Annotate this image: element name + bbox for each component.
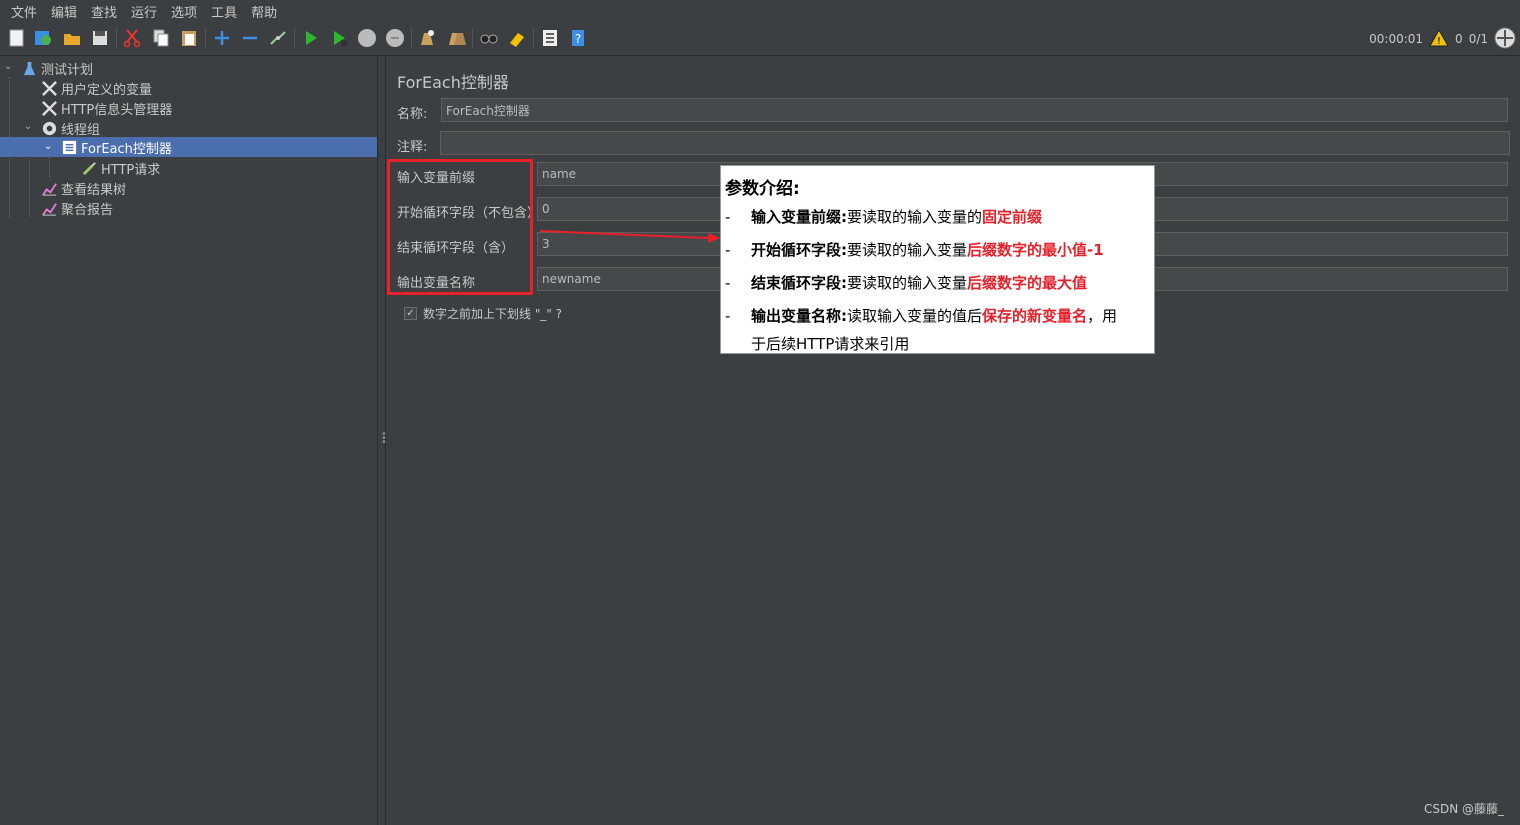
tree-node-http-request[interactable]: HTTP请求	[80, 158, 160, 178]
comment-input[interactable]	[440, 131, 1510, 155]
menu-help[interactable]: 帮助	[244, 2, 284, 21]
tree-label: 查看结果树	[61, 182, 127, 198]
underscore-checkbox[interactable]: ✓ 数字之前加上下划线 "_" ?	[404, 305, 562, 322]
tools-icon	[40, 79, 58, 97]
callout-title: 参数介绍:	[725, 179, 800, 199]
cut-icon[interactable]	[121, 27, 143, 49]
test-plan-tree: ⌄ 测试计划 用户定义的变量 HTTP信息头管理器 ⌄ 线程组 ForEach控…	[0, 57, 378, 825]
shutdown-icon[interactable]	[384, 27, 406, 49]
expand-icon[interactable]	[211, 27, 233, 49]
checkbox-label: 数字之前加上下划线 "_" ?	[423, 307, 563, 321]
clear-icon[interactable]	[416, 27, 438, 49]
tree-label: HTTP信息头管理器	[61, 102, 173, 118]
start-no-pause-icon[interactable]	[328, 27, 350, 49]
templates-icon[interactable]	[32, 27, 54, 49]
warning-icon[interactable]: !	[1429, 28, 1449, 50]
controller-icon	[60, 138, 78, 156]
name-input[interactable]: ForEach控制器	[441, 98, 1508, 122]
menu-bar: 文件 编辑 查找 运行 选项 工具 帮助	[0, 0, 1520, 22]
tree-node-aggregate-report[interactable]: 聚合报告	[40, 198, 113, 218]
svg-text:?: ?	[575, 32, 581, 46]
callout-row: - 结束循环字段:要读取的输入变量后缀数字的最大值	[725, 274, 1088, 292]
clear-all-icon[interactable]	[445, 27, 467, 49]
menu-search[interactable]: 查找	[84, 2, 124, 21]
tree-node-header-manager[interactable]: HTTP信息头管理器	[40, 98, 172, 118]
toolbar: ?	[0, 22, 1520, 56]
tree-node-user-vars[interactable]: 用户定义的变量	[40, 78, 152, 98]
paste-icon[interactable]	[178, 27, 200, 49]
collapse-icon[interactable]	[239, 27, 261, 49]
search-icon[interactable]	[478, 27, 500, 49]
stop-icon[interactable]	[356, 27, 378, 49]
flask-icon	[20, 59, 38, 77]
callout-row: - 输入变量前缀:要读取的输入变量的固定前缀	[725, 208, 1043, 226]
chart-icon	[40, 199, 58, 217]
menu-file[interactable]: 文件	[4, 2, 44, 21]
help-icon[interactable]: ?	[567, 27, 589, 49]
tree-label: 用户定义的变量	[61, 82, 153, 98]
copy-icon[interactable]	[150, 27, 172, 49]
menu-edit[interactable]: 编辑	[44, 2, 84, 21]
warning-count: 0	[1455, 32, 1463, 46]
pipette-icon	[80, 159, 98, 177]
start-icon[interactable]	[300, 27, 322, 49]
callout-row: - 开始循环字段:要读取的输入变量后缀数字的最小值-1	[725, 241, 1104, 259]
remote-icon[interactable]	[1494, 27, 1516, 52]
tree-label: 线程组	[61, 122, 101, 138]
save-icon[interactable]	[89, 27, 111, 49]
svg-text:!: !	[1437, 36, 1441, 47]
tree-label: 测试计划	[41, 62, 94, 78]
tools-icon	[40, 99, 58, 117]
function-helper-icon[interactable]	[539, 27, 561, 49]
tree-node-thread-group[interactable]: 线程组	[40, 118, 100, 138]
highlight-box	[387, 159, 533, 295]
menu-options[interactable]: 选项	[164, 2, 204, 21]
chart-icon	[40, 179, 58, 197]
menu-run[interactable]: 运行	[124, 2, 164, 21]
thread-count: 0/1	[1468, 32, 1488, 46]
status-bar: 00:00:01 ! 0 0/1	[1369, 22, 1520, 56]
callout-row: - 输出变量名称:读取输入变量的值后保存的新变量名，用	[725, 307, 1118, 325]
chevron-down-icon[interactable]: ⌄	[4, 61, 12, 72]
watermark: CSDN @藤藤_	[1423, 802, 1504, 816]
elapsed-time: 00:00:01	[1369, 32, 1424, 46]
new-icon[interactable]	[6, 27, 28, 49]
tree-node-test-plan[interactable]: 测试计划	[20, 58, 93, 78]
callout-row: 于后续HTTP请求来引用	[751, 335, 910, 353]
arrow-icon	[540, 230, 720, 243]
chevron-down-icon[interactable]: ⌄	[44, 141, 52, 152]
checkmark-icon[interactable]: ✓	[404, 307, 417, 320]
name-label: 名称:	[397, 107, 428, 122]
toggle-icon[interactable]	[267, 27, 289, 49]
chevron-down-icon[interactable]: ⌄	[24, 121, 32, 132]
menu-tools[interactable]: 工具	[204, 2, 244, 21]
tree-label: HTTP请求	[101, 162, 161, 178]
gear-icon	[40, 119, 58, 137]
tree-node-foreach-controller[interactable]: ForEach控制器	[0, 137, 377, 157]
comment-label: 注释:	[397, 140, 428, 155]
tree-node-result-tree[interactable]: 查看结果树	[40, 178, 126, 198]
reset-search-icon[interactable]	[506, 27, 528, 49]
tree-label: ForEach控制器	[81, 141, 172, 157]
page-title: ForEach控制器	[397, 73, 509, 92]
tree-label: 聚合报告	[61, 202, 114, 218]
annotation-callout: 参数介绍: - 输入变量前缀:要读取的输入变量的固定前缀 - 开始循环字段:要读取的…	[720, 165, 1155, 354]
open-icon[interactable]	[61, 27, 83, 49]
